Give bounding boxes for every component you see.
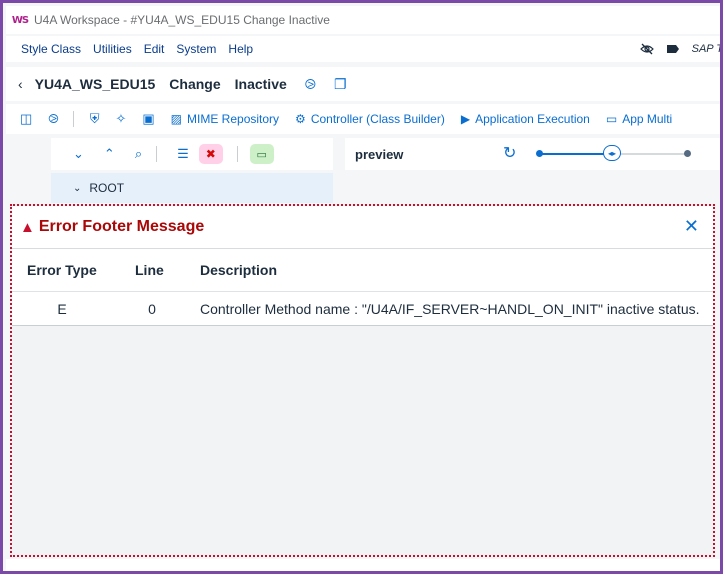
slider-fill: [540, 153, 612, 155]
collapse-all-icon[interactable]: ⌃: [104, 146, 115, 162]
list-icon[interactable]: ☰: [177, 146, 189, 162]
menu-style-class[interactable]: Style Class: [21, 42, 81, 56]
menu-bar: Style Class Utilities Edit System Help S…: [6, 36, 723, 62]
application-execution-label: Application Execution: [475, 112, 590, 126]
sap-label: SAP T: [691, 43, 723, 55]
toolbar-separator: [72, 111, 74, 127]
panel-icon[interactable]: ◫: [20, 111, 32, 127]
tag-icon[interactable]: [666, 43, 680, 55]
error-popup: ▲ Error Footer Message ✕ Error Type Line…: [10, 204, 715, 557]
main-toolbar: ◫ ⧁ ⛨ ✧ ▣ ▨ MIME Repository ⚙ Controller…: [6, 104, 720, 134]
app-name: YU4A_WS_EDU15: [34, 76, 156, 92]
popup-title: Error Footer Message: [38, 218, 205, 235]
warning-icon: ▲: [20, 218, 35, 236]
binoculars-icon[interactable]: ⧁: [305, 76, 316, 93]
tree-separator: [156, 146, 158, 162]
error-table: Error Type Line Description E 0 Controll…: [12, 249, 713, 326]
chevron-down-icon[interactable]: ⌄: [73, 183, 81, 194]
app-logo-icon: WS: [12, 12, 29, 28]
tree-separator-2: [236, 146, 238, 162]
cell-line: 0: [148, 300, 156, 317]
shield-icon[interactable]: ⛨: [90, 111, 100, 127]
back-icon[interactable]: ‹: [18, 76, 23, 92]
refresh-icon[interactable]: ↻: [503, 143, 516, 163]
expand-all-icon[interactable]: ⌄: [73, 146, 84, 162]
display-icon[interactable]: ▭: [249, 144, 274, 164]
popup-header: ▲ Error Footer Message ✕: [12, 206, 713, 249]
title-bar: WS U4A Workspace - #YU4A_WS_EDU15 Change…: [6, 6, 720, 34]
magic-wand-icon[interactable]: ✧: [115, 111, 126, 127]
menubar-right: SAP T: [639, 36, 723, 62]
preview-title: preview: [355, 146, 404, 162]
column-error-type: Error Type: [27, 262, 97, 278]
preview-bar: preview ↻ ◂▸: [345, 138, 720, 170]
binoculars-icon[interactable]: ⧁: [48, 111, 58, 127]
menu-utilities[interactable]: Utilities: [93, 42, 132, 56]
device-icon: ▭: [605, 112, 618, 126]
mime-repository-button[interactable]: ▨ MIME Repository: [171, 112, 279, 126]
table-header: Error Type Line Description: [12, 249, 713, 292]
column-line: Line: [135, 262, 164, 278]
slider-start-dot: [536, 150, 543, 157]
status-label: Inactive: [234, 76, 287, 92]
mode-label: Change: [169, 76, 221, 92]
menu-help[interactable]: Help: [228, 42, 253, 56]
new-doc-icon[interactable]: ❐: [334, 76, 347, 93]
menu-system[interactable]: System: [176, 42, 216, 56]
tree-toolbar: ⌄ ⌃ ⌕ ☰ ✖ ▭: [51, 138, 333, 170]
window-title: U4A Workspace - #YU4A_WS_EDU15 Change In…: [34, 13, 330, 27]
app-window: WS U4A Workspace - #YU4A_WS_EDU15 Change…: [0, 0, 723, 574]
search-icon[interactable]: ⌕: [135, 146, 142, 162]
slider-handle[interactable]: ◂▸: [603, 145, 621, 161]
table-row[interactable]: E 0 Controller Method name : "/U4A/IF_SE…: [12, 292, 713, 326]
slider-end-dot: [684, 150, 691, 157]
menu-edit[interactable]: Edit: [144, 42, 165, 56]
delete-icon[interactable]: ✖: [198, 144, 223, 164]
tree-root-row[interactable]: ⌄ ROOT: [51, 173, 333, 203]
application-execution-button[interactable]: ▶ Application Execution: [461, 112, 590, 126]
eye-off-icon[interactable]: [639, 42, 654, 56]
app-multi-label: App Multi: [622, 112, 673, 126]
column-description: Description: [200, 262, 278, 278]
bottom-strip: [6, 559, 720, 571]
controller-label: Controller (Class Builder): [310, 112, 445, 126]
save-icon[interactable]: ▣: [142, 111, 154, 127]
gear-icon: ⚙: [295, 112, 306, 126]
cell-description: Controller Method name : "/U4A/IF_SERVER…: [200, 300, 700, 317]
mime-repository-label: MIME Repository: [187, 112, 280, 126]
tree-root-label: ROOT: [89, 181, 125, 195]
image-icon: ▨: [170, 112, 183, 126]
run-icon: ▶: [460, 112, 471, 126]
cell-error-type: E: [57, 300, 67, 317]
controller-button[interactable]: ⚙ Controller (Class Builder): [295, 112, 445, 126]
app-multi-button[interactable]: ▭ App Multi: [606, 112, 672, 126]
app-header: ‹ YU4A_WS_EDU15 Change Inactive ⧁ ❐: [6, 67, 720, 101]
close-icon[interactable]: ✕: [684, 216, 699, 237]
